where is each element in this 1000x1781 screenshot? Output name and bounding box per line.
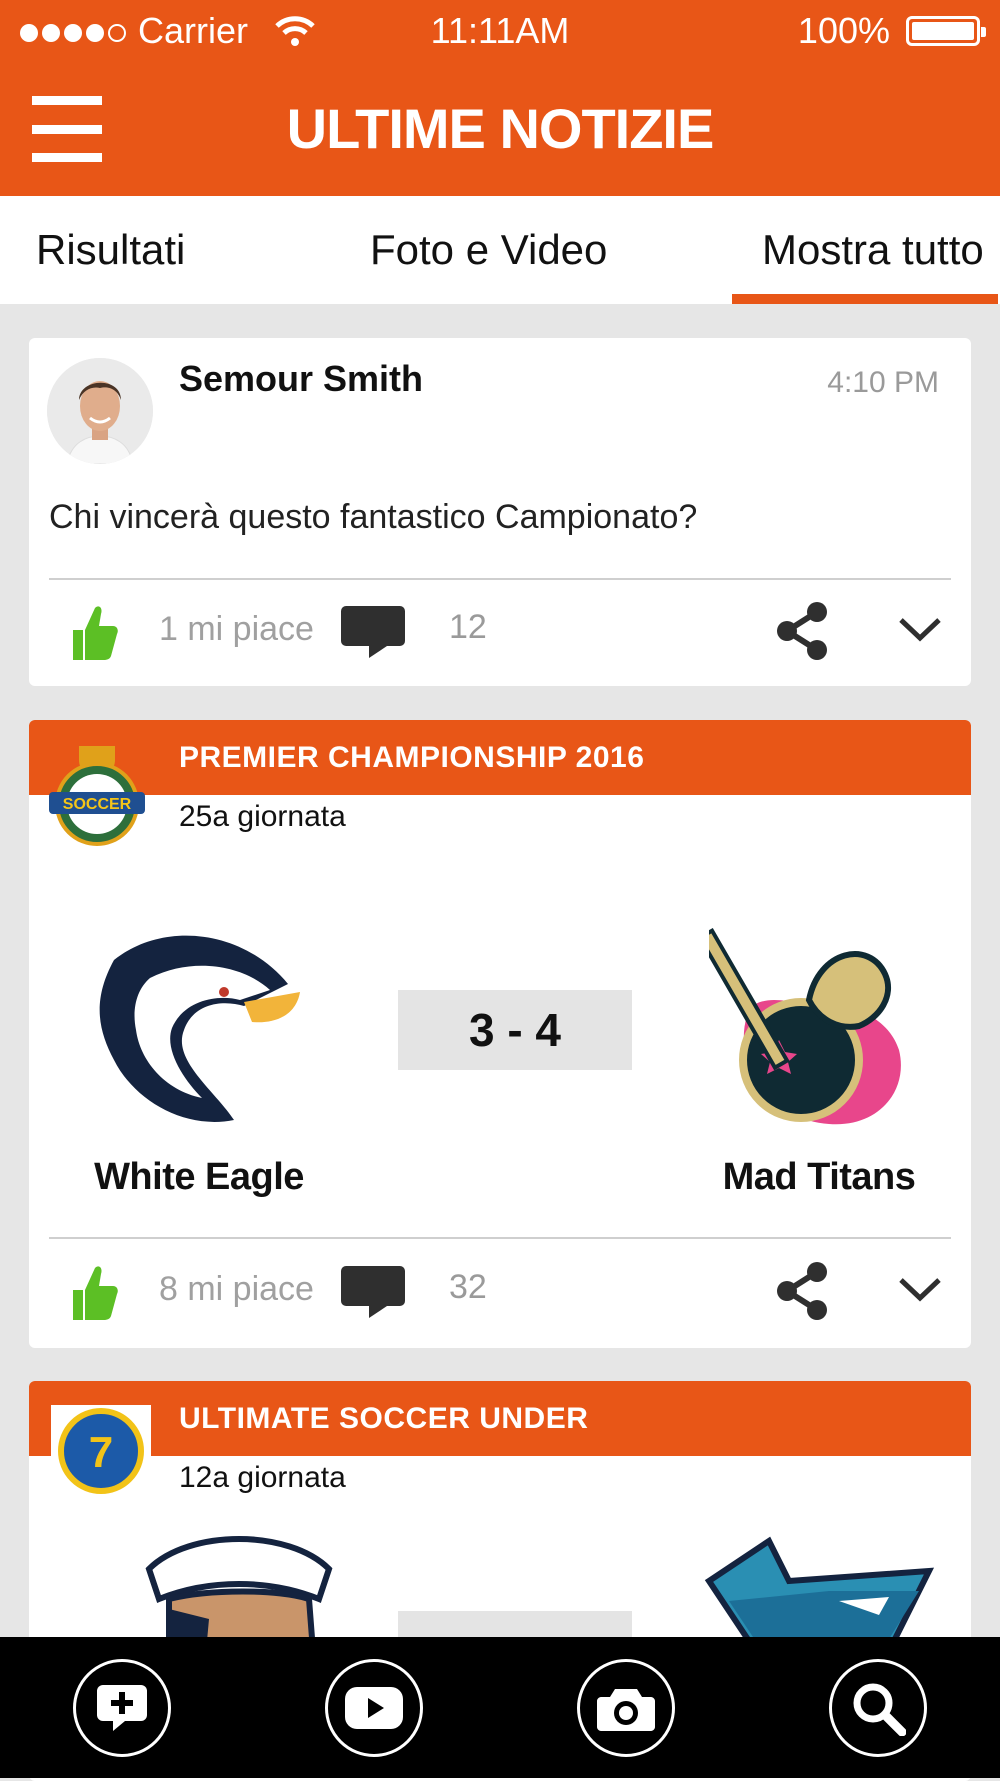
camera-icon	[597, 1689, 655, 1731]
camera-button[interactable]	[577, 1659, 675, 1757]
divider	[49, 578, 951, 580]
league-name: PREMIER CHAMPIONSHIP 2016	[179, 741, 645, 774]
post-text: Chi vincerà questo fantastico Campionato…	[49, 498, 698, 536]
white-eagle-logo[interactable]	[74, 920, 304, 1150]
app-header: Carrier 11:11AM 100% ULTIME NOTIZIE	[0, 0, 1000, 196]
tab-risultati[interactable]: Risultati	[36, 196, 185, 304]
league-name: ULTIMATE SOCCER UNDER	[179, 1402, 589, 1435]
video-play-icon	[345, 1687, 403, 1729]
bottom-toolbar	[0, 1637, 1000, 1778]
add-post-button[interactable]	[73, 1659, 171, 1757]
post-card: Semour Smith 4:10 PM Chi vincerà questo …	[29, 338, 971, 686]
search-button[interactable]	[829, 1659, 927, 1757]
thumbs-up-icon[interactable]	[69, 1262, 119, 1322]
tab-mostra-tutto[interactable]: Mostra tutto	[762, 196, 984, 304]
like-count: 8 mi piace	[159, 1270, 314, 1308]
comment-count: 12	[449, 608, 487, 646]
match-actions: 8 mi piace 32	[29, 1246, 971, 1336]
search-icon	[853, 1683, 906, 1736]
league-logo: 7	[51, 1405, 151, 1505]
share-icon[interactable]	[773, 1260, 833, 1322]
share-icon[interactable]	[773, 600, 833, 662]
match-round: 12a giornata	[179, 1461, 346, 1494]
league-header: PREMIER CHAMPIONSHIP 2016	[29, 720, 971, 795]
home-team-name[interactable]: White Eagle	[49, 1156, 349, 1199]
page-title: ULTIME NOTIZIE	[286, 97, 715, 160]
add-post-icon	[97, 1685, 147, 1731]
status-bar: Carrier 11:11AM 100%	[0, 0, 1000, 60]
tab-foto-e-video[interactable]: Foto e Video	[370, 196, 607, 304]
divider	[49, 1237, 951, 1239]
mad-titans-logo[interactable]	[709, 910, 939, 1140]
svg-text:7: 7	[89, 1428, 113, 1477]
comment-icon[interactable]	[339, 1264, 407, 1320]
away-team-name[interactable]: Mad Titans	[669, 1156, 969, 1199]
comment-count: 32	[449, 1268, 487, 1306]
battery-percent: 100%	[797, 10, 890, 51]
comment-icon[interactable]	[339, 604, 407, 660]
avatar[interactable]	[47, 358, 153, 464]
post-timestamp: 4:10 PM	[827, 366, 939, 399]
league-logo: SOCCER	[49, 746, 145, 846]
match-round: 25a giornata	[179, 800, 346, 833]
chevron-down-icon[interactable]	[897, 612, 943, 646]
battery-icon	[906, 16, 986, 46]
chevron-down-icon[interactable]	[897, 1272, 943, 1306]
like-count: 1 mi piace	[159, 610, 314, 648]
video-button[interactable]	[325, 1659, 423, 1757]
post-actions: 1 mi piace 12	[29, 586, 971, 676]
match-score: 3 - 4	[398, 990, 632, 1070]
thumbs-up-icon[interactable]	[69, 602, 119, 662]
post-author[interactable]: Semour Smith	[179, 358, 423, 400]
svg-text:SOCCER: SOCCER	[63, 796, 132, 813]
league-header: ULTIMATE SOCCER UNDER	[29, 1381, 971, 1456]
tab-bar: Risultati Foto e Video Mostra tutto	[0, 196, 1000, 304]
match-card[interactable]: PREMIER CHAMPIONSHIP 2016 SOCCER 25a gio…	[29, 720, 971, 1348]
active-tab-indicator	[732, 294, 998, 304]
